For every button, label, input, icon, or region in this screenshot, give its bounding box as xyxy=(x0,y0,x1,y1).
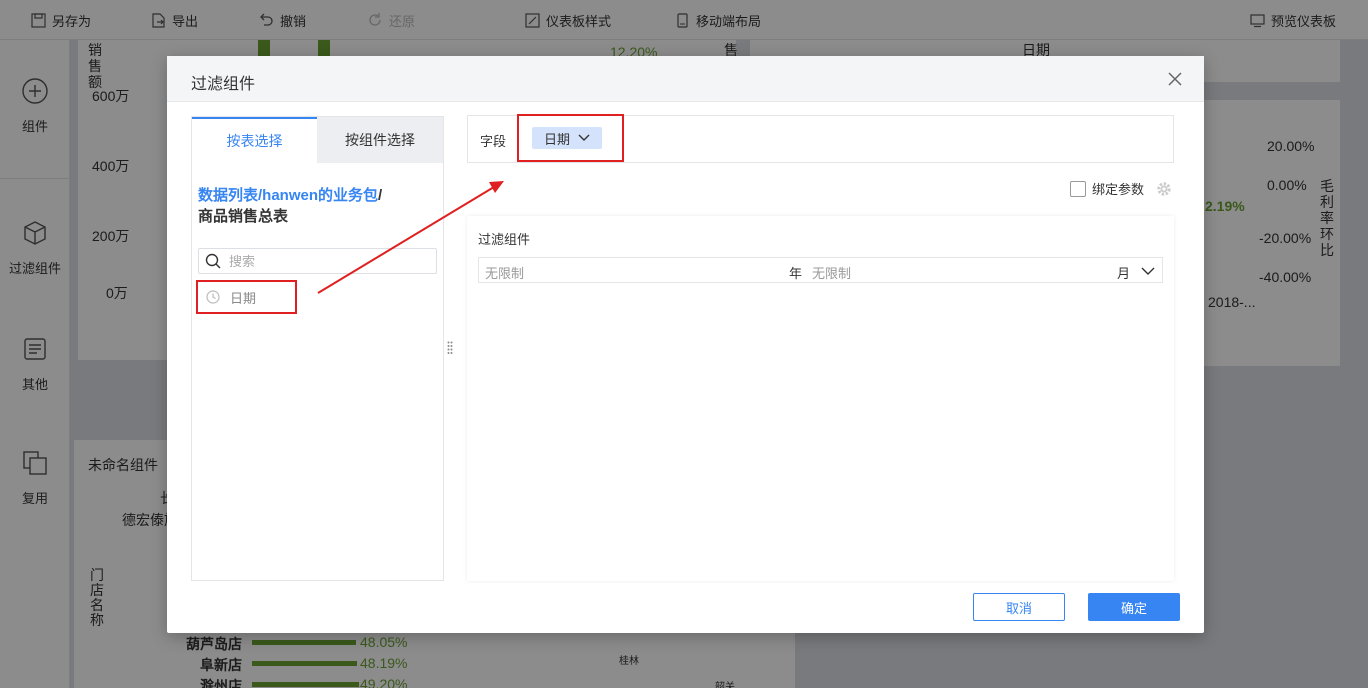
path-separator: / xyxy=(378,187,383,204)
bind-param-label: 绑定参数 xyxy=(1092,182,1145,197)
field-item-label: 日期 xyxy=(230,290,257,306)
dialog-header: 过滤组件 xyxy=(167,56,1204,102)
preview-title: 过滤组件 xyxy=(478,232,531,247)
field-drop-zone[interactable]: 字段 日期 xyxy=(467,114,1174,163)
field-chip-date[interactable]: 日期 xyxy=(532,127,602,149)
close-icon[interactable] xyxy=(1166,70,1184,88)
bind-param-checkbox[interactable] xyxy=(1070,180,1086,197)
bind-param-option[interactable]: 绑定参数 xyxy=(1070,179,1144,198)
filter-preview: 过滤组件 无限制 年 无限制 月 xyxy=(467,216,1174,581)
date-to-placeholder: 无限制 xyxy=(812,266,852,281)
tab-by-table[interactable]: 按表选择 xyxy=(192,117,317,163)
clock-icon xyxy=(206,290,220,304)
gear-icon[interactable] xyxy=(1156,181,1172,197)
source-tabs: 按表选择 按组件选择 xyxy=(192,117,443,163)
panel-resize-handle[interactable] xyxy=(447,341,453,355)
field-label: 字段 xyxy=(480,134,507,149)
search-icon xyxy=(205,253,221,269)
search-input[interactable] xyxy=(229,251,429,271)
month-unit: 月 xyxy=(1117,266,1131,281)
table-path: 数据列表/hanwen的业务包/ 商品销售总表 xyxy=(198,185,438,227)
table-name: 商品销售总表 xyxy=(198,208,289,225)
year-unit: 年 xyxy=(789,266,803,281)
highlight-box: 日期 xyxy=(517,114,624,162)
confirm-button[interactable]: 确定 xyxy=(1088,593,1180,621)
package-path-link[interactable]: 数据列表/hanwen的业务包 xyxy=(198,187,378,204)
chevron-down-icon[interactable] xyxy=(1141,264,1155,278)
filter-component-dialog: 过滤组件 按表选择 按组件选择 数据列表/hanwen的业务包/ 商品销售总表 … xyxy=(167,56,1204,633)
cancel-button[interactable]: 取消 xyxy=(973,593,1065,621)
date-from-placeholder: 无限制 xyxy=(485,266,525,281)
chevron-down-icon xyxy=(578,134,590,141)
data-source-panel: 按表选择 按组件选择 数据列表/hanwen的业务包/ 商品销售总表 日期 xyxy=(191,116,444,581)
field-search xyxy=(198,248,437,274)
year-month-filter[interactable]: 无限制 年 无限制 月 xyxy=(478,257,1163,283)
field-item-date[interactable]: 日期 xyxy=(196,280,297,314)
dialog-title: 过滤组件 xyxy=(191,76,256,93)
field-chip-label: 日期 xyxy=(543,131,570,147)
tab-by-component[interactable]: 按组件选择 xyxy=(317,117,443,163)
